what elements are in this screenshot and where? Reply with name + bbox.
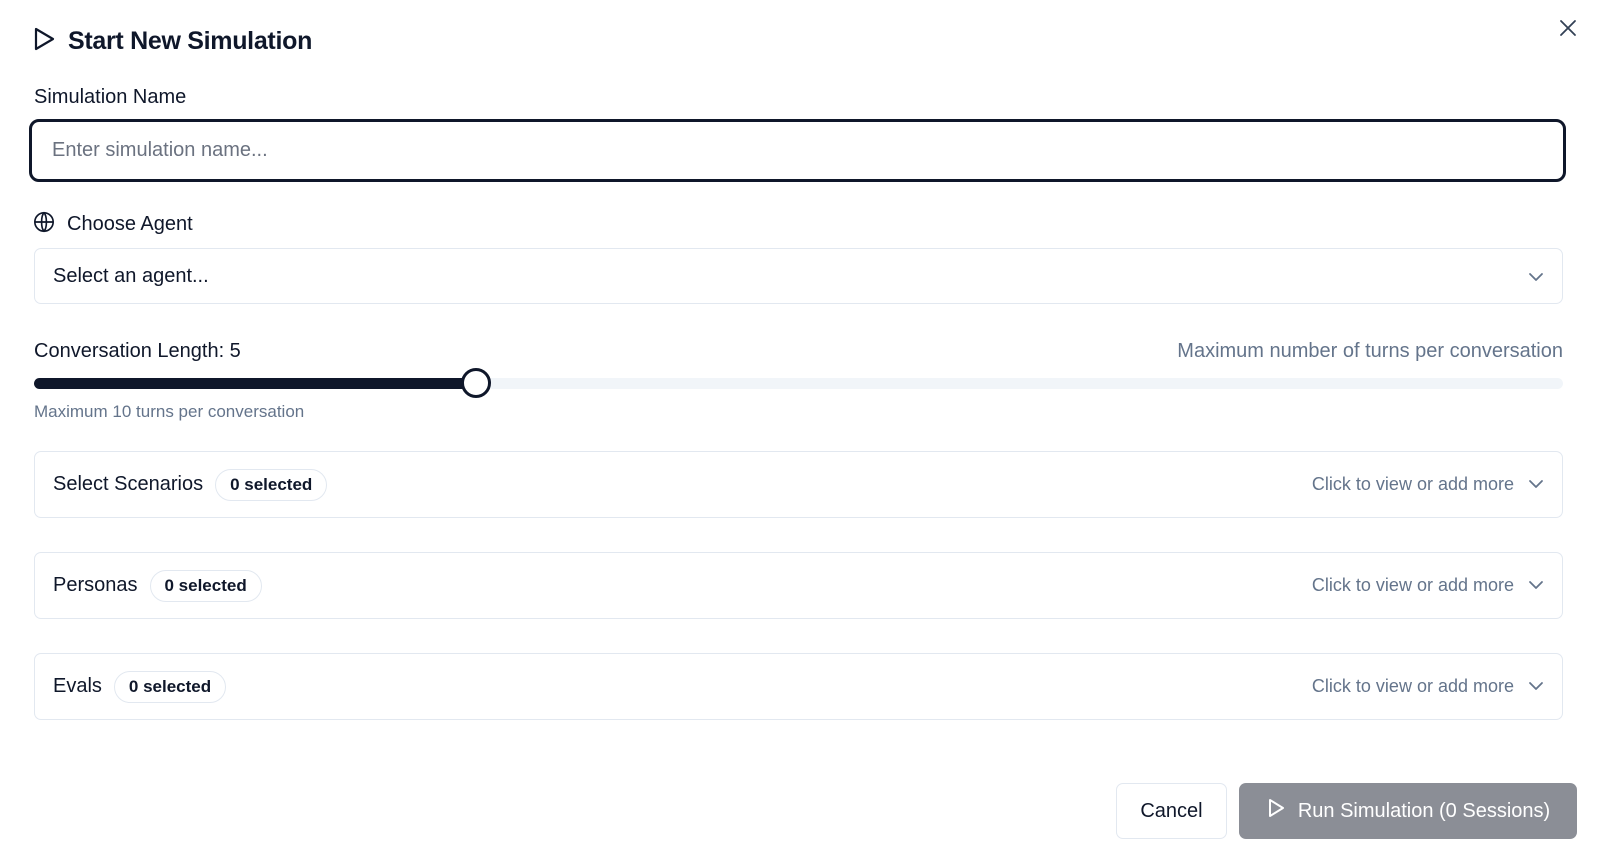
personas-count-badge: 0 selected — [149, 569, 262, 602]
conversation-length-slider[interactable] — [34, 368, 1563, 398]
conversation-length-note: Maximum 10 turns per conversation — [34, 402, 305, 421]
conversation-length-row: Conversation Length: 5 Maximum number of… — [34, 340, 1563, 363]
scenarios-section-right: Click to view or add more — [1312, 474, 1544, 495]
evals-hint: Click to view or add more — [1311, 676, 1514, 696]
close-icon — [1559, 19, 1577, 42]
scenarios-title: Select Scenarios — [53, 473, 204, 495]
personas-section-left: Personas 0 selected — [53, 569, 262, 602]
chevron-down-icon — [1528, 577, 1544, 595]
scenarios-section-left: Select Scenarios 0 selected — [53, 468, 328, 501]
evals-title: Evals — [53, 675, 102, 697]
dialog-header: Start New Simulation — [32, 26, 312, 57]
evals-section-left: Evals 0 selected — [53, 670, 227, 703]
cancel-button[interactable]: Cancel — [1116, 783, 1227, 839]
conversation-length-help: Maximum number of turns per conversation — [1177, 340, 1563, 362]
personas-title: Personas — [53, 574, 138, 596]
evals-section-right: Click to view or add more — [1312, 676, 1544, 697]
slider-fill — [34, 378, 476, 389]
close-button[interactable] — [1556, 18, 1580, 42]
personas-hint: Click to view or add more — [1311, 575, 1514, 595]
simulation-name-input[interactable] — [29, 119, 1566, 182]
agent-select[interactable]: Select an agent... — [34, 248, 1563, 304]
evals-section[interactable]: Evals 0 selected Click to view or add mo… — [34, 653, 1563, 720]
conversation-length-label: Conversation Length: 5 — [34, 340, 241, 362]
globe-icon — [33, 211, 55, 238]
play-icon — [32, 26, 56, 57]
evals-count-badge: 0 selected — [113, 670, 227, 703]
scenarios-section[interactable]: Select Scenarios 0 selected Click to vie… — [34, 451, 1563, 518]
choose-agent-label-row: Choose Agent — [33, 211, 193, 238]
play-icon — [1266, 797, 1286, 825]
chevron-down-icon — [1528, 476, 1544, 494]
personas-section[interactable]: Personas 0 selected Click to view or add… — [34, 552, 1563, 619]
run-simulation-button[interactable]: Run Simulation (0 Sessions) — [1239, 783, 1577, 839]
dialog-title: Start New Simulation — [68, 27, 313, 55]
chevron-down-icon — [1528, 678, 1544, 696]
scenarios-hint: Click to view or add more — [1311, 474, 1514, 494]
run-simulation-label: Run Simulation (0 Sessions) — [1297, 799, 1551, 822]
choose-agent-label: Choose Agent — [67, 213, 193, 235]
start-simulation-dialog: Start New Simulation Simulation Name Cho… — [0, 0, 1600, 866]
slider-thumb[interactable] — [460, 368, 491, 398]
chevron-down-icon — [1528, 265, 1544, 288]
simulation-name-label: Simulation Name — [34, 86, 187, 108]
scenarios-count-badge: 0 selected — [215, 468, 328, 501]
personas-section-right: Click to view or add more — [1312, 575, 1544, 596]
agent-select-value: Select an agent... — [53, 264, 209, 287]
